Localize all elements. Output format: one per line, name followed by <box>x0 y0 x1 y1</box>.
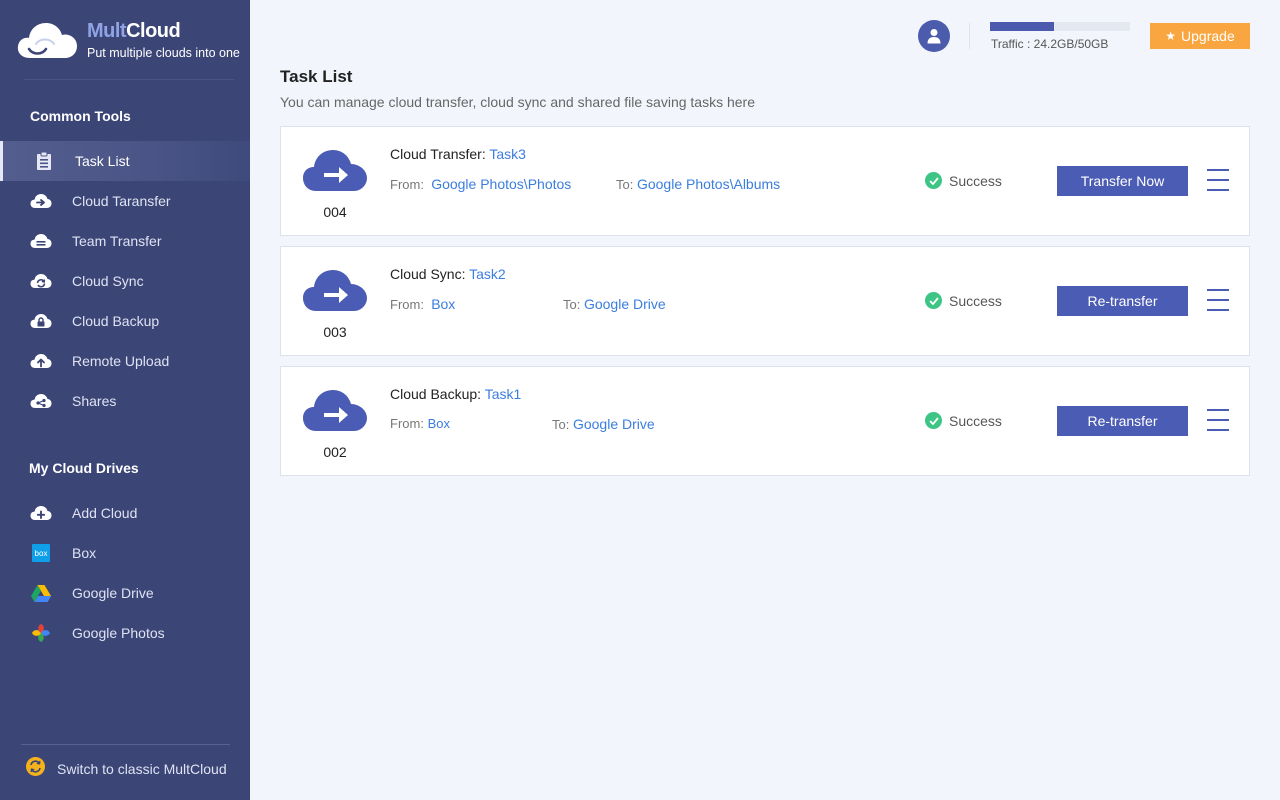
sidebar-item-task-list[interactable]: Task List <box>0 141 250 181</box>
clipboard-icon <box>33 152 55 170</box>
add-cloud-icon <box>30 504 52 522</box>
sidebar-item-label: Google Photos <box>72 625 165 641</box>
task-number: 004 <box>323 204 347 220</box>
task-number: 002 <box>323 444 347 460</box>
task-to-link[interactable]: Google Drive <box>573 416 655 432</box>
brand-name: MultCloud <box>87 20 181 42</box>
header-divider <box>969 23 970 49</box>
sidebar: MultCloud Put multiple clouds into one C… <box>0 0 250 800</box>
task-from: From: Box <box>390 416 450 431</box>
sidebar-item-label: Remote Upload <box>72 353 170 369</box>
sidebar-bottom-divider <box>21 744 230 745</box>
svg-text:box: box <box>35 549 48 558</box>
google-drive-icon <box>30 584 52 602</box>
sidebar-item-cloud-backup[interactable]: Cloud Backup <box>0 301 250 341</box>
sidebar-item-remote-upload[interactable]: Remote Upload <box>0 341 250 381</box>
task-number: 003 <box>323 324 347 340</box>
task-to: To: Google Drive <box>563 296 666 312</box>
task-from-link[interactable]: Google Photos\Photos <box>431 176 571 192</box>
menu-icon[interactable] <box>1207 169 1229 193</box>
cloud-transfer-task-icon <box>303 390 367 431</box>
task-from: From: Google Photos\Photos <box>390 176 572 192</box>
task-name-link[interactable]: Task3 <box>489 146 526 162</box>
check-icon <box>925 172 942 189</box>
task-from-link[interactable]: Box <box>431 296 455 312</box>
task-to: To: Google Photos\Albums <box>616 176 781 192</box>
task-to: To: Google Drive <box>552 416 655 432</box>
google-photos-icon <box>30 624 52 642</box>
task-card: 002 Cloud Backup: Task1 From: Box To: Go… <box>280 366 1250 476</box>
task-card: 004 Cloud Transfer: Task3 From: Google P… <box>280 126 1250 236</box>
task-from: From: Box <box>390 296 456 312</box>
check-icon <box>925 412 942 429</box>
check-icon <box>925 292 942 309</box>
switch-icon <box>26 757 45 781</box>
traffic-progress-bar <box>990 22 1130 31</box>
common-tools-title: Common Tools <box>30 108 131 124</box>
cloud-transfer-task-icon <box>303 150 367 191</box>
sidebar-item-cloud-transfer[interactable]: Cloud Taransfer <box>0 181 250 221</box>
task-name-link[interactable]: Task2 <box>469 266 506 282</box>
sidebar-item-label: Box <box>72 545 97 561</box>
upgrade-button[interactable]: ★ Upgrade <box>1150 23 1250 49</box>
cloud-transfer-task-icon <box>303 270 367 311</box>
task-title: Cloud Transfer: Task3 <box>390 146 526 162</box>
task-name-link[interactable]: Task1 <box>485 386 522 402</box>
upgrade-label: Upgrade <box>1181 28 1235 44</box>
cloud-transfer-icon <box>30 192 52 210</box>
user-avatar[interactable] <box>918 20 950 52</box>
switch-classic-label: Switch to classic MultCloud <box>57 761 227 777</box>
task-to-link[interactable]: Google Photos\Albums <box>637 176 780 192</box>
task-from-link[interactable]: Box <box>428 416 450 431</box>
sidebar-item-shares[interactable]: Shares <box>0 381 250 421</box>
status-badge: Success <box>925 292 1002 309</box>
switch-classic-link[interactable]: Switch to classic MultCloud <box>26 757 227 781</box>
my-cloud-drives-title: My Cloud Drives <box>29 460 139 476</box>
remote-upload-icon <box>30 352 52 370</box>
box-logo-icon: box <box>30 544 52 562</box>
sidebar-item-label: Add Cloud <box>72 505 138 521</box>
traffic-progress-fill <box>990 22 1055 31</box>
multcloud-logo-icon <box>17 23 78 58</box>
task-card: 003 Cloud Sync: Task2 From: Box To: Goog… <box>280 246 1250 356</box>
status-badge: Success <box>925 412 1002 429</box>
sidebar-item-label: Shares <box>72 393 117 409</box>
task-to-link[interactable]: Google Drive <box>584 296 666 312</box>
sidebar-item-label: Cloud Sync <box>72 273 144 289</box>
sidebar-item-box[interactable]: box Box <box>0 533 250 573</box>
menu-icon[interactable] <box>1207 289 1229 313</box>
share-icon <box>30 392 52 410</box>
re-transfer-button[interactable]: Re-transfer <box>1057 406 1188 436</box>
sidebar-item-google-photos[interactable]: Google Photos <box>0 613 250 653</box>
re-transfer-button[interactable]: Re-transfer <box>1057 286 1188 316</box>
sidebar-item-label: Cloud Taransfer <box>72 193 171 209</box>
sidebar-item-label: Task List <box>75 153 130 169</box>
sidebar-item-team-transfer[interactable]: Team Transfer <box>0 221 250 261</box>
transfer-now-button[interactable]: Transfer Now <box>1057 166 1188 196</box>
menu-icon[interactable] <box>1207 409 1229 433</box>
cloud-sync-icon <box>30 272 52 290</box>
sidebar-item-label: Team Transfer <box>72 233 162 249</box>
team-transfer-icon <box>30 232 52 250</box>
traffic-label: Traffic : 24.2GB/50GB <box>991 37 1109 51</box>
app-logo[interactable]: MultCloud Put multiple clouds into one <box>16 18 246 62</box>
cloud-backup-icon <box>30 312 52 330</box>
logo-divider <box>24 79 234 80</box>
sidebar-item-cloud-sync[interactable]: Cloud Sync <box>0 261 250 301</box>
sidebar-item-google-drive[interactable]: Google Drive <box>0 573 250 613</box>
sidebar-item-label: Cloud Backup <box>72 313 160 329</box>
brand-tagline: Put multiple clouds into one <box>87 46 240 60</box>
task-title: Cloud Sync: Task2 <box>390 266 506 282</box>
page-title: Task List <box>280 67 353 86</box>
sidebar-item-label: Google Drive <box>72 585 154 601</box>
sidebar-item-add-cloud[interactable]: Add Cloud <box>0 493 250 533</box>
star-icon: ★ <box>1165 29 1177 43</box>
status-badge: Success <box>925 172 1002 189</box>
task-title: Cloud Backup: Task1 <box>390 386 522 402</box>
user-icon <box>927 29 941 44</box>
page-subtitle: You can manage cloud transfer, cloud syn… <box>280 94 755 110</box>
